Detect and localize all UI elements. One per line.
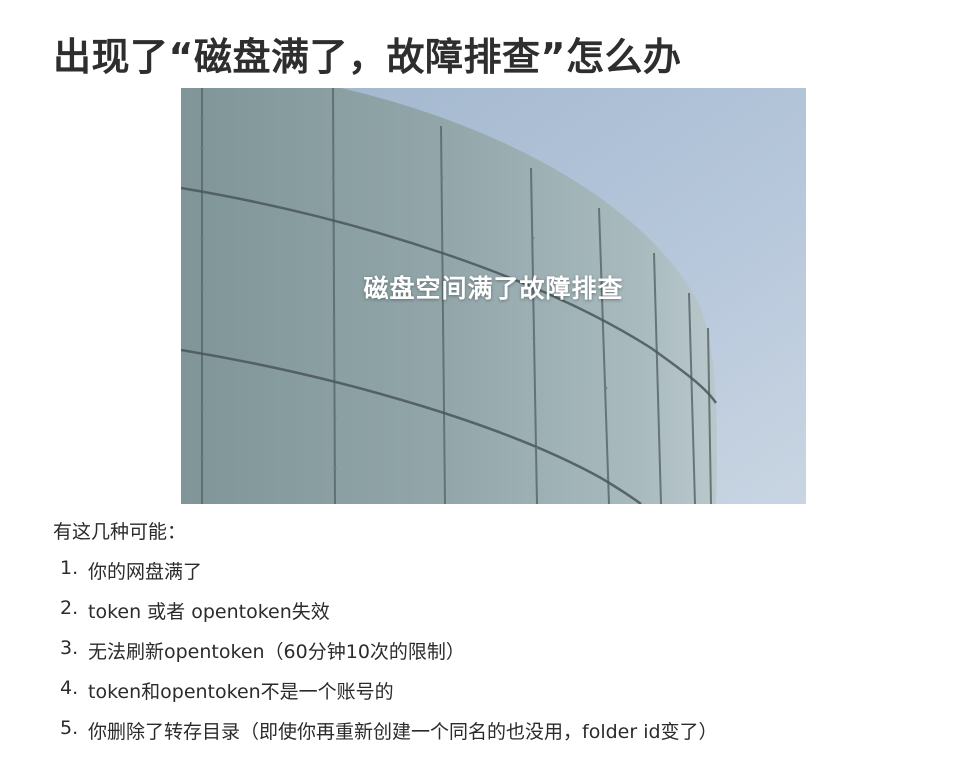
hero-caption: 磁盘空间满了故障排查 (363, 274, 624, 303)
list-number: 4. (60, 677, 79, 699)
list-text: token和opentoken不是一个账号的 (88, 681, 394, 703)
list-number: 1. (60, 557, 79, 579)
intro-text: 有这几种可能： (53, 521, 187, 543)
hero-image: 磁盘空间满了故障排查 (181, 88, 806, 504)
list-number: 2. (60, 597, 79, 619)
list-text: 无法刷新opentoken（60分钟10次的限制） (88, 641, 465, 663)
page-title: 出现了“磁盘满了，故障排查”怎么办 (53, 35, 682, 79)
list-number: 5. (60, 717, 79, 739)
list-number: 3. (60, 637, 79, 659)
list-text: 你的网盘满了 (88, 561, 203, 583)
list-text: 你删除了转存目录（即使你再重新创建一个同名的也没用，folder id变了） (88, 721, 718, 743)
list-text: token 或者 opentoken失效 (88, 601, 330, 623)
